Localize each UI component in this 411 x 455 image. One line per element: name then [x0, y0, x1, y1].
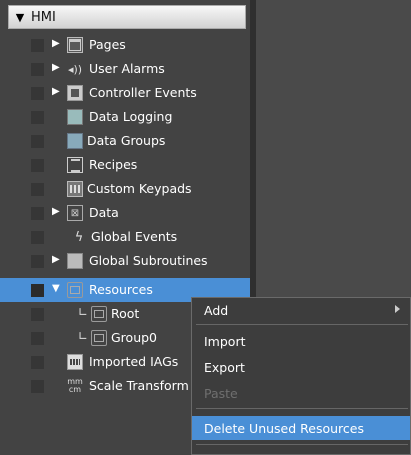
- tree-item-label: Resources: [89, 282, 153, 297]
- recipes-icon: [67, 157, 83, 173]
- tree-item-label: Imported IAGs: [89, 354, 179, 369]
- scale-glyph-bottom: cm: [68, 385, 82, 394]
- pages-icon: [67, 37, 83, 53]
- lightning-icon: ϟ: [74, 229, 84, 245]
- collapse-triangle-icon[interactable]: ▼: [9, 11, 31, 24]
- tree-item-label: Global Events: [91, 229, 178, 244]
- row-checkbox[interactable]: [31, 87, 44, 100]
- row-checkbox[interactable]: [31, 207, 44, 220]
- tree-item-label: Data Groups: [87, 133, 166, 148]
- tree-item-label: Recipes: [89, 157, 138, 172]
- menu-item-add[interactable]: Add: [192, 298, 410, 322]
- resource-folder-icon: [67, 282, 83, 298]
- tree-item-label: Data Logging: [89, 109, 173, 124]
- tree-item-label: Custom Keypads: [87, 181, 192, 196]
- subroutine-icon: [67, 253, 83, 269]
- data-icon: ⊠: [67, 205, 83, 221]
- row-checkbox[interactable]: [31, 39, 44, 52]
- hmi-root-label: HMI: [31, 9, 56, 25]
- scale-transform-icon: mm cm: [67, 378, 83, 394]
- expand-arrow-icon[interactable]: ▶: [52, 86, 60, 97]
- data-logging-icon: [67, 109, 83, 125]
- expand-arrow-icon[interactable]: ▶: [52, 206, 60, 217]
- row-checkbox[interactable]: [31, 284, 44, 297]
- tree-item-controller-events[interactable]: ▶ Controller Events: [0, 81, 250, 105]
- speaker-icon: ◂)): [67, 62, 83, 76]
- menu-separator: [196, 444, 408, 445]
- row-checkbox[interactable]: [31, 380, 44, 393]
- menu-item-export[interactable]: Export: [192, 355, 410, 379]
- menu-item-label: Import: [204, 333, 246, 349]
- menu-item-label: Export: [204, 359, 245, 375]
- tree-item-label: Global Subroutines: [89, 253, 208, 268]
- row-checkbox[interactable]: [31, 308, 44, 321]
- menu-separator: [196, 408, 408, 409]
- row-checkbox[interactable]: [31, 135, 44, 148]
- keypad-icon: [67, 181, 83, 197]
- tree-item-data[interactable]: ▶ ⊠ Data: [0, 201, 250, 225]
- resource-folder-icon: [91, 306, 107, 322]
- tree-item-label: Root: [111, 306, 140, 321]
- row-checkbox[interactable]: [31, 231, 44, 244]
- menu-separator: [196, 324, 408, 325]
- submenu-arrow-icon: [395, 305, 400, 313]
- tree-connector-icon: ∟: [78, 329, 89, 343]
- menu-item-import[interactable]: Import: [192, 329, 410, 353]
- tree-item-global-events[interactable]: ϟ Global Events: [0, 225, 250, 249]
- tree-item-label: Controller Events: [89, 85, 197, 100]
- tree-item-data-groups[interactable]: Data Groups: [0, 129, 250, 153]
- row-checkbox[interactable]: [31, 255, 44, 268]
- tree-item-label: Scale Transform: [89, 378, 189, 393]
- row-checkbox[interactable]: [31, 159, 44, 172]
- resource-folder-icon: [91, 330, 107, 346]
- expand-arrow-icon[interactable]: ▶: [52, 254, 60, 265]
- tree-item-label: User Alarms: [89, 61, 165, 76]
- menu-item-label: Paste: [204, 385, 238, 401]
- menu-item-label: Delete Unused Resources: [204, 420, 364, 436]
- tree-item-label: Data: [89, 205, 119, 220]
- menu-item-label: Add: [204, 302, 229, 318]
- data-groups-icon: [67, 133, 83, 149]
- tree-item-pages[interactable]: ▶ Pages: [0, 33, 250, 57]
- tree-item-global-subroutines[interactable]: ▶ Global Subroutines: [0, 249, 250, 273]
- row-checkbox[interactable]: [31, 183, 44, 196]
- tree-item-label: Group0: [111, 330, 158, 345]
- row-checkbox[interactable]: [31, 111, 44, 124]
- hmi-root-node[interactable]: ▼ HMI: [8, 5, 246, 29]
- iag-icon: [67, 354, 83, 370]
- tree-item-recipes[interactable]: Recipes: [0, 153, 250, 177]
- collapse-arrow-icon[interactable]: ▼: [52, 283, 60, 294]
- row-checkbox[interactable]: [31, 356, 44, 369]
- tree-item-user-alarms[interactable]: ▶ ◂)) User Alarms: [0, 57, 250, 81]
- row-checkbox[interactable]: [31, 332, 44, 345]
- tree-item-custom-keypads[interactable]: Custom Keypads: [0, 177, 250, 201]
- context-menu: Add Import Export Paste Delete Unused Re…: [191, 297, 411, 455]
- row-checkbox[interactable]: [31, 63, 44, 76]
- menu-item-paste: Paste: [192, 381, 410, 405]
- expand-arrow-icon[interactable]: ▶: [52, 38, 60, 49]
- expand-arrow-icon[interactable]: ▶: [52, 62, 60, 73]
- tree-item-data-logging[interactable]: Data Logging: [0, 105, 250, 129]
- menu-item-delete-unused-resources[interactable]: Delete Unused Resources: [192, 416, 410, 440]
- controller-events-icon: [67, 85, 83, 101]
- tree-item-label: Pages: [89, 37, 126, 52]
- tree-connector-icon: ∟: [78, 305, 89, 319]
